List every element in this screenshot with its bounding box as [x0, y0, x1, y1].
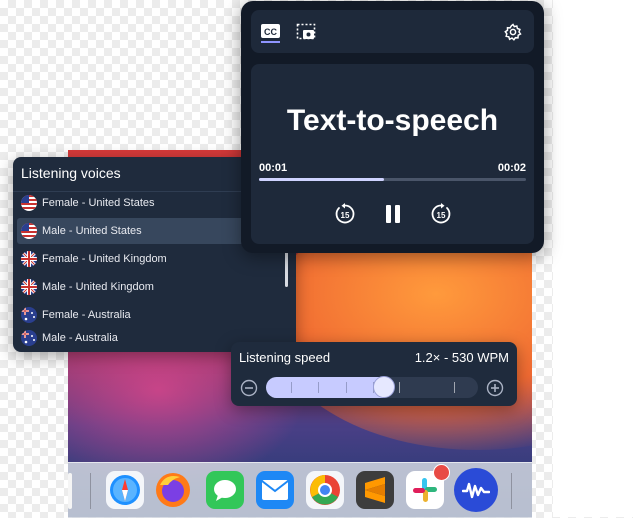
gear-icon[interactable]: [504, 23, 522, 41]
elapsed-time: 00:01: [259, 162, 288, 174]
firefox-icon[interactable]: [154, 471, 192, 509]
voices-panel-title: Listening voices: [21, 165, 121, 181]
duration-time: 00:02: [497, 162, 526, 174]
voices-scrollbar[interactable]: [285, 247, 288, 287]
dock-partial-app[interactable]: [68, 473, 72, 509]
dock-separator: [90, 473, 91, 509]
pause-icon: [386, 205, 400, 223]
rewind-label: 15: [341, 211, 350, 220]
safari-icon[interactable]: [106, 471, 144, 509]
background-strip: [553, 0, 633, 517]
svg-text:CC: CC: [264, 27, 277, 37]
speechify-icon[interactable]: [454, 468, 498, 512]
player-main: Text-to-speech 00:01 00:02 15 15: [251, 64, 534, 244]
au-flag-icon: [21, 330, 37, 346]
slider-tick: [318, 382, 319, 393]
player-title: Text-to-speech: [286, 104, 499, 137]
player-toolbar: CC: [251, 10, 534, 53]
voice-label: Male - Australia: [42, 332, 118, 344]
dock: [68, 462, 532, 518]
voice-option[interactable]: Male - United Kingdom: [17, 274, 285, 300]
slider-tick: [291, 382, 292, 393]
progress-bar[interactable]: [259, 178, 526, 181]
speed-value: 1.2× - 530 WPM: [414, 350, 509, 365]
voice-label: Female - United States: [42, 197, 155, 209]
slider-fill: [266, 377, 383, 398]
messages-icon[interactable]: [206, 471, 244, 509]
speed-slider[interactable]: [266, 377, 478, 398]
au-flag-icon: [21, 307, 37, 323]
voice-label: Female - Australia: [42, 309, 131, 321]
pause-button[interactable]: [380, 201, 406, 227]
voice-label: Male - United Kingdom: [42, 281, 154, 293]
speed-label: Listening speed: [239, 350, 331, 365]
uk-flag-icon: [21, 279, 37, 295]
rewind-15-button[interactable]: 15: [332, 201, 358, 227]
slider-tick: [454, 382, 455, 393]
us-flag-icon: [21, 195, 37, 211]
voice-label: Male - United States: [42, 225, 142, 237]
slider-tick: [346, 382, 347, 393]
slider-tick: [399, 382, 400, 393]
forward-15-button[interactable]: 15: [428, 201, 454, 227]
mail-icon[interactable]: [256, 471, 294, 509]
chrome-icon[interactable]: [306, 471, 344, 509]
progress-fill: [259, 178, 385, 181]
dock-separator: [511, 473, 512, 509]
plus-circle-icon[interactable]: [486, 379, 504, 397]
notification-badge: [433, 464, 450, 481]
screen-capture-icon[interactable]: [296, 22, 317, 42]
tts-player: CC Text-to-speech 00:01 00:02 15 15: [241, 1, 544, 253]
forward-label: 15: [437, 211, 446, 220]
slack-icon[interactable]: [406, 464, 450, 509]
slider-thumb[interactable]: [373, 376, 395, 398]
minus-circle-icon[interactable]: [240, 379, 258, 397]
listening-speed-panel: Listening speed 1.2× - 530 WPM: [231, 342, 517, 406]
voice-label: Female - United Kingdom: [42, 253, 167, 265]
sublime-text-icon[interactable]: [356, 471, 394, 509]
closed-captions-icon[interactable]: CC: [260, 22, 281, 44]
us-flag-icon: [21, 223, 37, 239]
uk-flag-icon: [21, 251, 37, 267]
